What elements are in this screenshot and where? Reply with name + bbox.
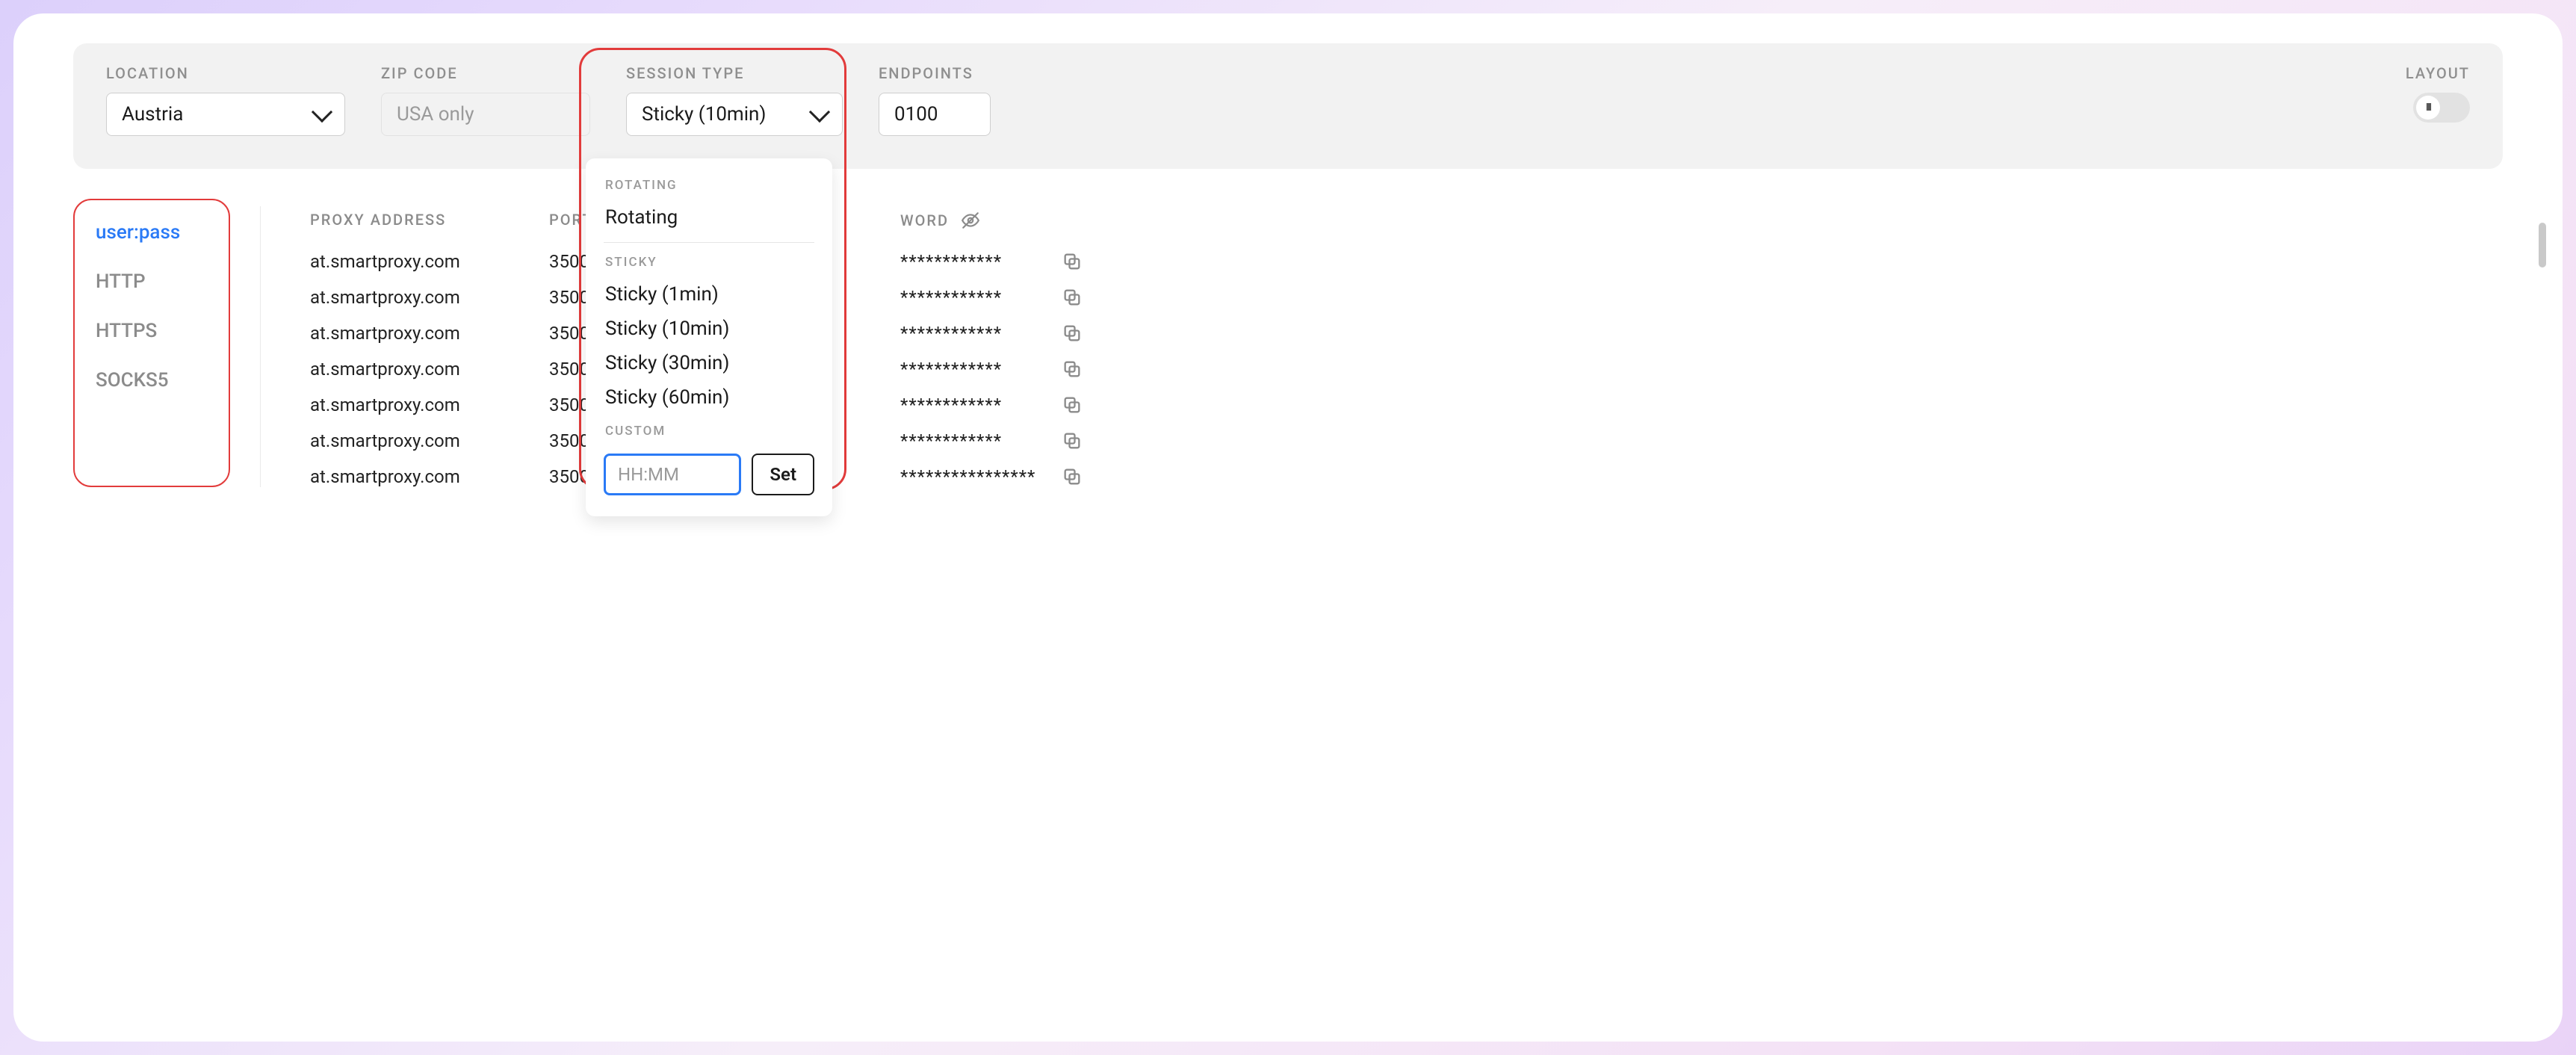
set-button-label: Set xyxy=(770,464,796,485)
filter-layout-label: LAYOUT xyxy=(2406,64,2470,82)
endpoints-input[interactable]: 0100 xyxy=(879,93,991,136)
cell-password: ************ xyxy=(900,251,1027,272)
tab-http[interactable]: HTTP xyxy=(96,270,199,293)
filter-session: SESSION TYPE Sticky (10min) xyxy=(626,64,843,136)
dd-divider xyxy=(604,242,814,243)
dd-custom-row: HH:MM Set xyxy=(604,454,814,495)
cell-password: ************ xyxy=(900,323,1027,344)
divider xyxy=(260,206,261,487)
eye-off-icon[interactable] xyxy=(961,211,980,230)
layout-toggle[interactable]: III xyxy=(2413,93,2470,123)
session-dropdown: ROTATING Rotating STICKY Sticky (1min) S… xyxy=(586,158,832,516)
cell-password: ************ xyxy=(900,359,1027,380)
session-select-value: Sticky (10min) xyxy=(642,103,766,126)
copy-icon xyxy=(1062,323,1083,344)
copy-button[interactable] xyxy=(1062,395,1083,415)
filter-endpoints: ENDPOINTS 0100 xyxy=(879,64,991,136)
copy-icon xyxy=(1062,251,1083,272)
filter-endpoints-label: ENDPOINTS xyxy=(879,64,991,82)
cell-address: at.smartproxy.com xyxy=(310,430,549,451)
copy-icon xyxy=(1062,430,1083,451)
session-select[interactable]: Sticky (10min) xyxy=(626,93,843,136)
chevron-down-icon xyxy=(809,102,830,123)
tab-https[interactable]: HTTPS xyxy=(96,320,199,342)
cell-password: **************** xyxy=(900,466,1027,487)
copy-button[interactable] xyxy=(1062,323,1083,344)
filter-zip-label: ZIP CODE xyxy=(381,64,590,82)
copy-icon xyxy=(1062,359,1083,380)
cell-address: at.smartproxy.com xyxy=(310,287,549,308)
col-header-password-text: WORD xyxy=(900,211,949,229)
filter-location-label: LOCATION xyxy=(106,64,345,82)
col-header-address: PROXY ADDRESS xyxy=(310,211,549,230)
filters-bar: LOCATION Austria ZIP CODE USA only SESSI… xyxy=(73,43,2503,169)
dd-item-rotating[interactable]: Rotating xyxy=(604,200,814,235)
tab-userpass[interactable]: user:pass xyxy=(96,221,199,244)
dd-item-sticky-1[interactable]: Sticky (1min) xyxy=(604,277,814,312)
dd-label-custom: CUSTOM xyxy=(605,424,814,439)
copy-button[interactable] xyxy=(1062,430,1083,451)
cell-password: ************ xyxy=(900,287,1027,308)
dd-item-sticky-30[interactable]: Sticky (30min) xyxy=(604,346,814,380)
grip-icon: III xyxy=(2426,102,2430,114)
filter-layout: LAYOUT III xyxy=(2406,64,2470,123)
endpoints-value: 0100 xyxy=(894,103,938,126)
location-select[interactable]: Austria xyxy=(106,93,345,136)
custom-time-placeholder: HH:MM xyxy=(618,464,679,485)
copy-button[interactable] xyxy=(1062,466,1083,487)
dd-label-rotating: ROTATING xyxy=(605,178,814,193)
dd-item-sticky-60[interactable]: Sticky (60min) xyxy=(604,380,814,415)
cell-address: at.smartproxy.com xyxy=(310,359,549,380)
app-window: LOCATION Austria ZIP CODE USA only SESSI… xyxy=(13,13,2563,1042)
filter-session-label: SESSION TYPE xyxy=(626,64,843,82)
col-header-password: WORD xyxy=(900,211,1027,230)
auth-tabs: user:pass HTTP HTTPS SOCKS5 xyxy=(73,199,230,487)
filter-location: LOCATION Austria xyxy=(106,64,345,136)
copy-button[interactable] xyxy=(1062,251,1083,272)
filter-zip: ZIP CODE USA only xyxy=(381,64,590,136)
toggle-knob: III xyxy=(2416,96,2440,120)
copy-icon xyxy=(1062,287,1083,308)
scrollbar-thumb[interactable] xyxy=(2539,223,2546,267)
copy-icon xyxy=(1062,395,1083,415)
chevron-down-icon xyxy=(312,102,332,123)
content-row: user:pass HTTP HTTPS SOCKS5 PROXY ADDRES… xyxy=(73,199,2503,487)
dd-label-sticky: STICKY xyxy=(605,255,814,270)
copy-button[interactable] xyxy=(1062,359,1083,380)
copy-icon xyxy=(1062,466,1083,487)
tab-socks5[interactable]: SOCKS5 xyxy=(96,369,199,392)
copy-button[interactable] xyxy=(1062,287,1083,308)
zip-placeholder: USA only xyxy=(397,103,474,126)
dd-item-sticky-10[interactable]: Sticky (10min) xyxy=(604,312,814,346)
cell-address: at.smartproxy.com xyxy=(310,251,549,272)
cell-address: at.smartproxy.com xyxy=(310,323,549,344)
location-select-value: Austria xyxy=(122,103,183,126)
cell-password: ************ xyxy=(900,395,1027,415)
set-button[interactable]: Set xyxy=(752,454,814,495)
custom-time-input[interactable]: HH:MM xyxy=(604,454,741,495)
cell-address: at.smartproxy.com xyxy=(310,466,549,487)
cell-address: at.smartproxy.com xyxy=(310,395,549,415)
cell-password: ************ xyxy=(900,430,1027,451)
zip-input[interactable]: USA only xyxy=(381,93,590,136)
